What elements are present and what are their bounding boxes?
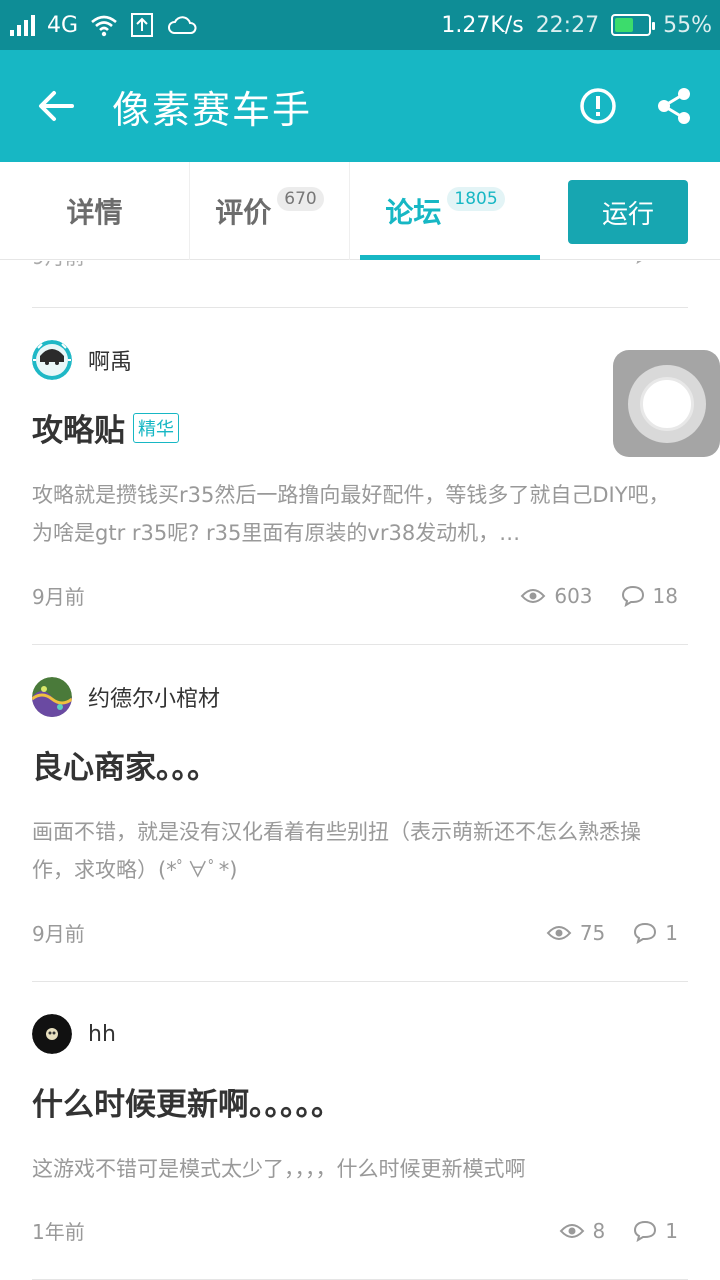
tab-label: 论坛 xyxy=(385,195,442,229)
tab-details[interactable]: 详情 xyxy=(0,161,190,260)
list-item[interactable]: 啊禹 攻略贴 精华 攻略就是攒钱买r35然后一路撸向最好配件，等钱多了就自己DI… xyxy=(32,308,688,645)
author-name: 约德尔小棺材 xyxy=(88,687,221,712)
comment-count: 1 xyxy=(633,921,678,945)
status-bar: 4G 1.27K/s 22:27 55% xyxy=(0,0,720,50)
post-meta: 9月前 75 1 xyxy=(32,918,678,947)
post-excerpt: 攻略就是攒钱买r35然后一路撸向最好配件，等钱多了就自己DIY吧，为啥是gtr … xyxy=(32,483,670,545)
avatar[interactable] xyxy=(32,677,72,717)
assistive-touch-button[interactable] xyxy=(613,350,720,457)
list-item[interactable]: 9月前 11 2 xyxy=(32,261,688,308)
page-title: 像素赛车手 xyxy=(112,87,313,132)
post-title[interactable]: 攻略贴 精华 xyxy=(32,405,179,450)
network-speed: 1.27K/s xyxy=(441,12,524,38)
post-author[interactable]: 啊禹 xyxy=(32,340,132,380)
view-count: 11 xyxy=(544,261,603,265)
network-type: 4G xyxy=(47,12,79,38)
app-bar: 像素赛车手 xyxy=(0,50,720,162)
tab-bar: 详情 评价 670 论坛 1805 运行 xyxy=(0,161,720,260)
battery-icon xyxy=(611,14,656,36)
post-time: 9月前 xyxy=(32,261,85,270)
avatar[interactable] xyxy=(32,340,72,380)
list-item[interactable]: 约德尔小棺材 良心商家。。。 画面不错，就是没有汉化看着有些别扭（表示萌新还不怎… xyxy=(32,645,688,982)
tab-count: 670 xyxy=(277,186,324,211)
cloud-icon xyxy=(168,16,197,34)
post-author[interactable]: 约德尔小棺材 xyxy=(32,677,220,717)
comment-count: 18 xyxy=(621,584,678,608)
arrow-left-icon xyxy=(39,91,74,121)
active-tab-indicator xyxy=(360,254,540,260)
list-item[interactable]: hh 什么时候更新啊。。。。。 这游戏不错可是模式太少了，，，，什么时候更新模式… xyxy=(32,982,688,1280)
comment-icon xyxy=(634,922,657,944)
clock: 22:27 xyxy=(535,12,600,38)
view-count: 603 xyxy=(520,584,593,608)
view-count: 75 xyxy=(546,921,605,945)
post-time: 9月前 xyxy=(32,922,85,946)
eye-icon xyxy=(544,261,570,263)
eye-icon xyxy=(546,925,572,940)
back-button[interactable] xyxy=(0,50,112,162)
post-meta: 1年前 8 1 xyxy=(32,1216,678,1245)
post-time: 1年前 xyxy=(32,1220,85,1244)
comment-count: 2 xyxy=(633,261,678,265)
post-author[interactable]: hh xyxy=(32,1014,116,1054)
signal-icon xyxy=(10,14,35,36)
comment-icon xyxy=(621,585,644,607)
share-icon xyxy=(658,88,690,124)
tab-reviews[interactable]: 评价 670 xyxy=(190,161,350,260)
battery-percent: 55% xyxy=(663,12,712,38)
author-name: 啊禹 xyxy=(88,350,133,375)
author-name: hh xyxy=(88,1021,116,1047)
avatar[interactable] xyxy=(32,1014,72,1054)
post-title[interactable]: 良心商家。。。 xyxy=(32,742,218,787)
view-count: 8 xyxy=(559,1219,605,1243)
assistive-touch-icon xyxy=(639,376,694,431)
run-button[interactable]: 运行 xyxy=(568,180,688,244)
tab-count: 1805 xyxy=(447,186,505,211)
tab-forum[interactable]: 论坛 1805 xyxy=(350,162,540,260)
eye-icon xyxy=(559,1223,584,1238)
post-excerpt: 画面不错，就是没有汉化看着有些别扭（表示萌新还不怎么熟悉操作，求攻略）(*ﾟ∀ﾟ… xyxy=(32,820,641,882)
post-excerpt: 这游戏不错可是模式太少了，，，，什么时候更新模式啊 xyxy=(32,1157,526,1181)
post-meta: 9月前 603 18 xyxy=(32,581,678,610)
tab-label: 评价 xyxy=(215,195,272,229)
wifi-icon xyxy=(91,15,117,37)
eye-icon xyxy=(521,588,546,603)
comment-count: 1 xyxy=(633,1219,678,1243)
alert-icon xyxy=(580,88,616,124)
post-title[interactable]: 什么时候更新啊。。。。。 xyxy=(32,1079,342,1124)
post-time: 9月前 xyxy=(32,585,85,609)
comment-icon xyxy=(634,1220,657,1242)
comment-icon xyxy=(636,261,642,264)
featured-badge: 精华 xyxy=(133,412,179,443)
report-button[interactable] xyxy=(560,50,636,162)
tab-label: 详情 xyxy=(66,195,123,229)
forum-feed[interactable]: 9月前 11 2 xyxy=(0,261,720,1280)
upload-icon xyxy=(131,13,154,37)
assistive-touch-ring xyxy=(627,364,706,443)
share-button[interactable] xyxy=(636,50,712,162)
